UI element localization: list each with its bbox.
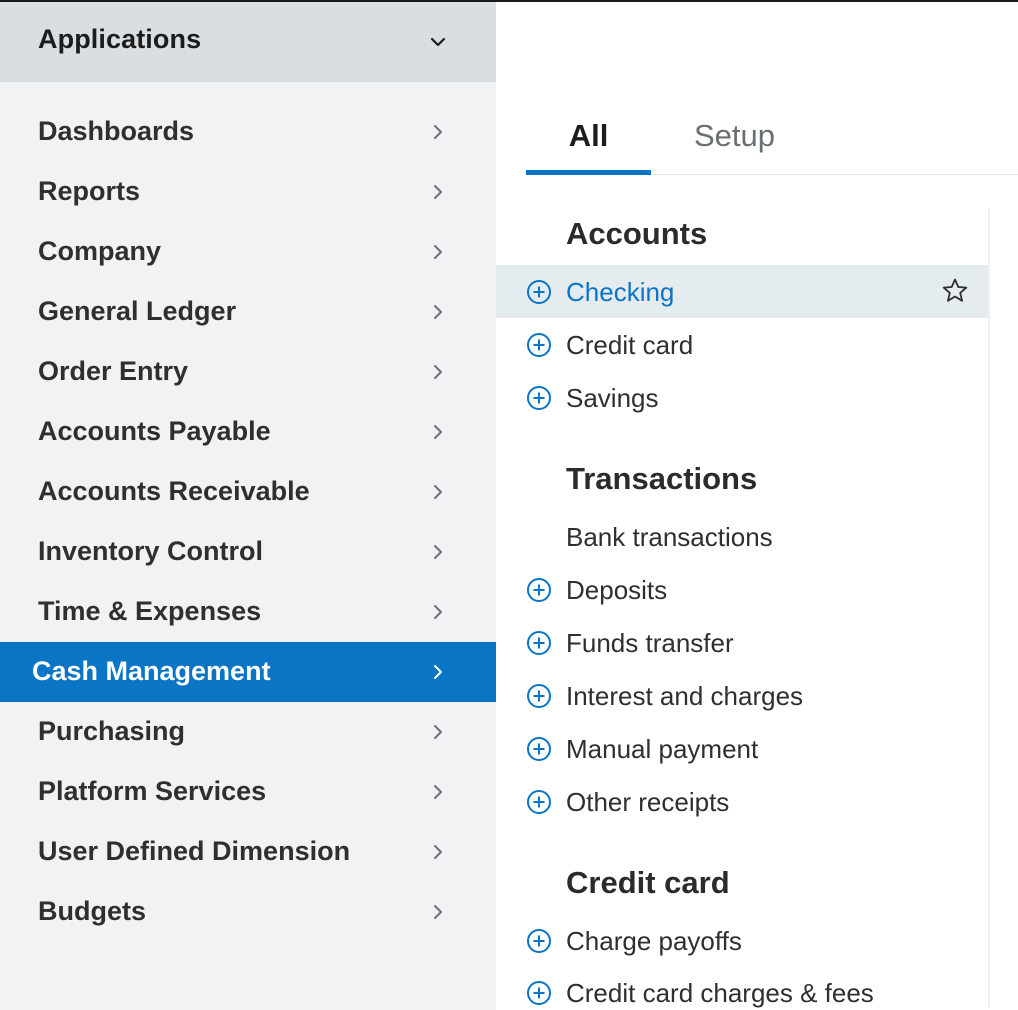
section-title-credit-card: Credit card: [566, 865, 730, 900]
chevron-right-icon: [434, 245, 442, 259]
chevron-right-icon: [434, 125, 442, 139]
chevron-right-icon: [434, 905, 442, 919]
sidebar-item-label: Cash Management: [32, 656, 271, 686]
menu-item-credit-card-charges-fees[interactable]: Credit card charges & fees: [496, 966, 988, 1010]
sidebar-item-label: Company: [38, 236, 162, 266]
add-circle-icon[interactable]: [526, 928, 552, 954]
chevron-down-icon[interactable]: [426, 30, 450, 54]
menu-item-label: Deposits: [566, 575, 668, 605]
sidebar-item-label: Reports: [38, 176, 141, 206]
sidebar-item-accounts-payable[interactable]: Accounts Payable: [0, 402, 496, 462]
add-circle-icon[interactable]: [526, 577, 552, 603]
sidebar-item-label: Time & Expenses: [38, 596, 262, 626]
sidebar: Applications Dashboards Reports Company …: [0, 2, 496, 1010]
chevron-right-icon: [434, 425, 442, 439]
chevron-right-icon: [434, 725, 442, 739]
menu-item-funds-transfer[interactable]: Funds transfer: [496, 616, 988, 669]
menu-item-label: Funds transfer: [566, 628, 734, 658]
add-circle-icon[interactable]: [526, 630, 552, 656]
sidebar-item-label: Budgets: [38, 896, 146, 926]
add-circle-icon[interactable]: [526, 332, 552, 358]
sidebar-item-company[interactable]: Company: [0, 222, 496, 282]
sidebar-item-label: Dashboards: [38, 116, 195, 146]
submenu-panel: All Setup Accounts Checking Credit card …: [496, 2, 1018, 1010]
add-circle-icon[interactable]: [526, 385, 552, 411]
menu-item-deposits[interactable]: Deposits: [496, 563, 988, 616]
menu-item-label: Checking: [566, 277, 675, 307]
panel-divider: [988, 208, 990, 1008]
sidebar-nav: Dashboards Reports Company General Ledge…: [0, 102, 496, 942]
add-circle-icon[interactable]: [526, 736, 552, 762]
sidebar-item-cash-management[interactable]: Cash Management: [0, 642, 496, 702]
menu-item-bank-transactions[interactable]: Bank transactions: [496, 510, 988, 563]
chevron-right-icon: [434, 305, 442, 319]
menu-item-label: Other receipts: [566, 787, 730, 817]
star-icon[interactable]: [941, 277, 969, 305]
menu-item-label: Credit card charges & fees: [566, 978, 874, 1008]
add-circle-icon[interactable]: [526, 789, 552, 815]
section-title-transactions: Transactions: [566, 461, 758, 496]
section-title-accounts: Accounts: [566, 216, 708, 251]
menu-item-manual-payment[interactable]: Manual payment: [496, 722, 988, 775]
sidebar-item-label: Accounts Payable: [38, 416, 271, 446]
sidebar-item-inventory-control[interactable]: Inventory Control: [0, 522, 496, 582]
menu-item-checking[interactable]: Checking: [496, 265, 988, 318]
menu-item-label: Bank transactions: [566, 522, 773, 552]
add-circle-icon[interactable]: [526, 683, 552, 709]
chevron-right-icon: [434, 785, 442, 799]
sidebar-item-user-defined-dimension[interactable]: User Defined Dimension: [0, 822, 496, 882]
sidebar-item-order-entry[interactable]: Order Entry: [0, 342, 496, 402]
tab-all[interactable]: All: [526, 112, 651, 175]
menu-item-savings[interactable]: Savings: [496, 371, 988, 424]
menu-item-label: Charge payoffs: [566, 926, 742, 956]
tab-setup[interactable]: Setup: [694, 112, 775, 160]
sidebar-item-platform-services[interactable]: Platform Services: [0, 762, 496, 822]
sidebar-item-label: Platform Services: [38, 776, 267, 806]
sidebar-item-reports[interactable]: Reports: [0, 162, 496, 222]
add-circle-icon[interactable]: [526, 980, 552, 1006]
menu-item-credit-card[interactable]: Credit card: [496, 318, 988, 371]
add-circle-icon[interactable]: [526, 279, 552, 305]
menu-item-interest-and-charges[interactable]: Interest and charges: [496, 669, 988, 722]
sidebar-item-dashboards[interactable]: Dashboards: [0, 102, 496, 162]
menu-item-charge-payoffs[interactable]: Charge payoffs: [496, 914, 988, 967]
chevron-right-icon: [434, 845, 442, 859]
menu-item-label: Savings: [566, 383, 659, 413]
applications-title: Applications: [38, 24, 202, 54]
chevron-right-icon: [434, 605, 442, 619]
app-window: Applications Dashboards Reports Company …: [0, 0, 1018, 1010]
sidebar-item-label: User Defined Dimension: [38, 836, 351, 866]
menu-item-other-receipts[interactable]: Other receipts: [496, 775, 988, 828]
menu-item-label: Credit card: [566, 330, 694, 360]
applications-header[interactable]: Applications: [0, 2, 496, 82]
chevron-right-icon: [434, 665, 442, 679]
sidebar-item-label: Inventory Control: [38, 536, 264, 566]
sidebar-item-time-expenses[interactable]: Time & Expenses: [0, 582, 496, 642]
chevron-right-icon: [434, 485, 442, 499]
chevron-right-icon: [434, 185, 442, 199]
sidebar-item-accounts-receivable[interactable]: Accounts Receivable: [0, 462, 496, 522]
sidebar-item-label: Purchasing: [38, 716, 186, 746]
chevron-right-icon: [434, 545, 442, 559]
sidebar-item-label: Accounts Receivable: [38, 476, 310, 506]
sidebar-item-budgets[interactable]: Budgets: [0, 882, 496, 942]
chevron-right-icon: [434, 365, 442, 379]
menu-item-label: Interest and charges: [566, 681, 804, 711]
sidebar-item-general-ledger[interactable]: General Ledger: [0, 282, 496, 342]
sidebar-item-label: General Ledger: [38, 296, 237, 326]
sidebar-item-purchasing[interactable]: Purchasing: [0, 702, 496, 762]
menu-item-label: Manual payment: [566, 734, 759, 764]
sidebar-item-label: Order Entry: [38, 356, 189, 386]
tab-bar: All Setup: [526, 112, 1018, 175]
